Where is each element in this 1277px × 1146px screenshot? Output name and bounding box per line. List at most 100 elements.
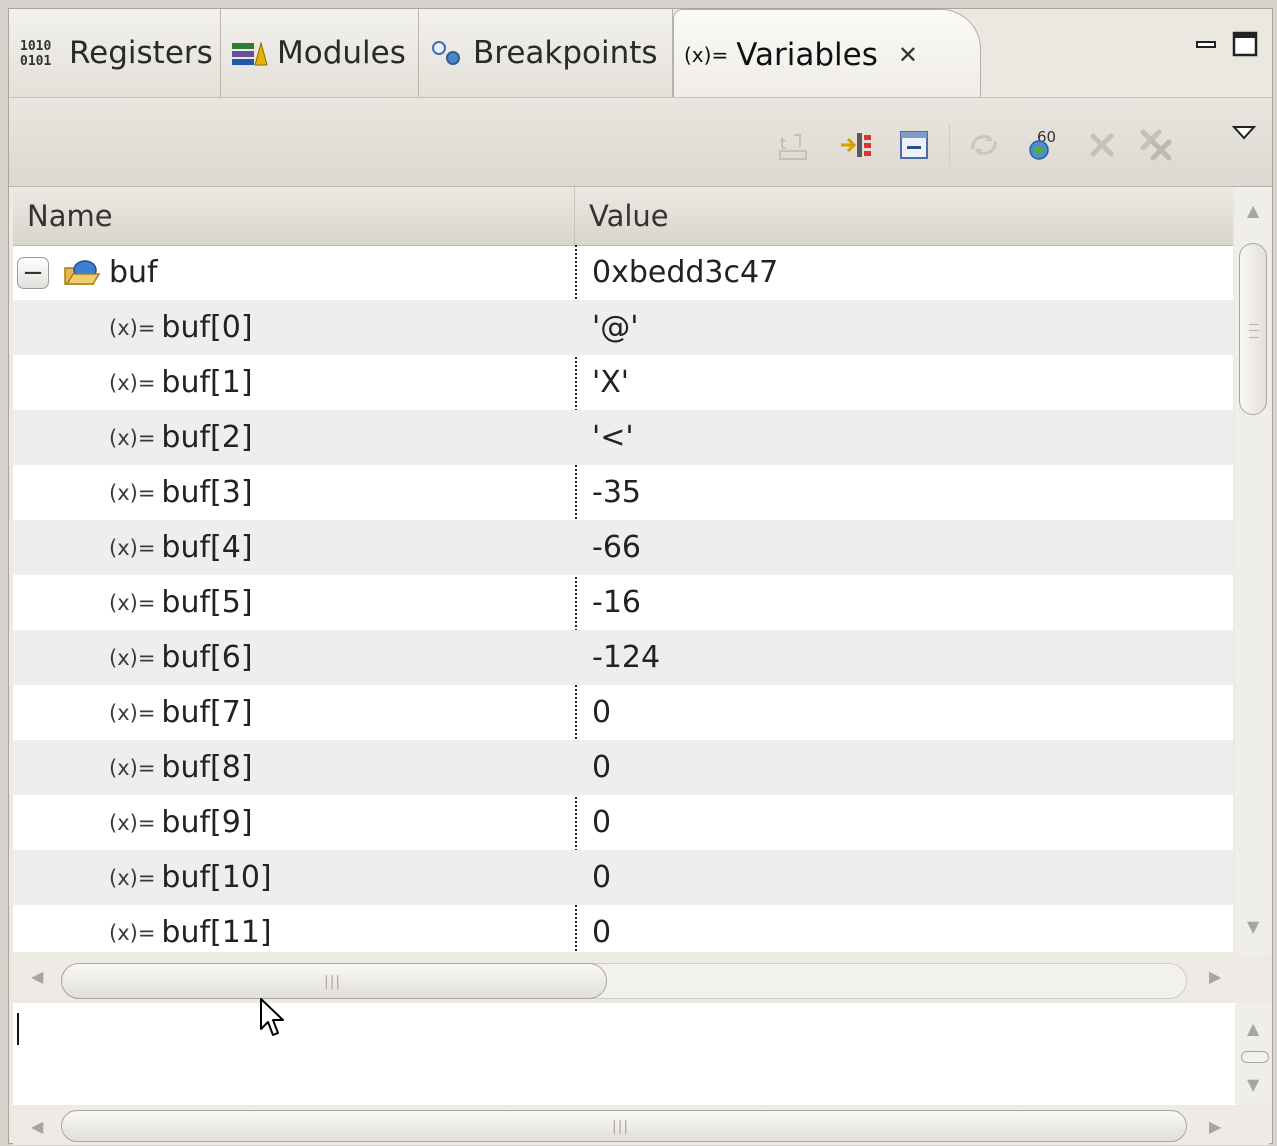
tab-variables-label: Variables — [736, 36, 878, 73]
collapse-toggle-icon[interactable]: − — [17, 256, 49, 289]
variables-view: 1010 0101 Registers Modules Breakpoints … — [8, 8, 1273, 1145]
variable-name: buf[4] — [161, 530, 253, 565]
scroll-up-arrow-icon[interactable]: ▲ — [1247, 201, 1259, 220]
scroll-grip: ||| — [324, 974, 342, 990]
scroll-right-arrow-icon[interactable]: ▶ — [1209, 1117, 1221, 1136]
variable-icon: (x)= — [109, 425, 156, 450]
table-row[interactable]: (x)= buf[4] -66 — [13, 520, 1233, 575]
variable-icon: (x)= — [109, 315, 156, 340]
variable-name: buf[10] — [161, 860, 272, 895]
variable-name: buf[7] — [161, 695, 253, 730]
tree-horizontal-scrollbar[interactable]: ◀ ||| ▶ — [13, 955, 1269, 1001]
variable-icon: (x)= — [109, 480, 156, 505]
name-cell: (x)= buf[7] — [13, 685, 575, 740]
collapse-all-icon[interactable] — [897, 128, 931, 162]
column-header-value[interactable]: Value — [575, 187, 1233, 245]
svg-text:0101: 0101 — [20, 54, 51, 69]
name-cell: (x)= buf[11] — [13, 905, 575, 952]
variable-icon: (x)= — [109, 920, 156, 945]
variable-value: 0xbedd3c47 — [592, 255, 779, 290]
variable-icon: (x)= — [109, 645, 156, 670]
name-cell: (x)= buf[4] — [13, 520, 575, 575]
name-cell: (x)= buf[10] — [13, 850, 575, 905]
scroll-up-arrow-icon[interactable]: ▲ — [1247, 1019, 1259, 1038]
variable-name: buf[2] — [161, 420, 253, 455]
tab-breakpoints-label: Breakpoints — [473, 35, 658, 71]
name-cell: − buf — [13, 245, 575, 300]
struct-folder-icon — [63, 258, 101, 288]
table-row[interactable]: (x)= buf[11] 0 — [13, 905, 1233, 952]
tab-breakpoints[interactable]: Breakpoints — [419, 9, 673, 97]
variable-value: -66 — [592, 530, 641, 565]
details-vertical-scroll-thumb[interactable] — [1241, 1051, 1269, 1063]
tree-horizontal-scroll-thumb[interactable]: ||| — [61, 963, 607, 999]
breakpoints-icon — [429, 37, 465, 69]
table-row[interactable]: (x)= buf[0] '@' — [13, 300, 1233, 355]
details-horizontal-scroll-thumb[interactable]: ||| — [61, 1110, 1187, 1142]
details-pane[interactable] — [13, 1003, 1235, 1105]
tab-modules[interactable]: Modules — [221, 9, 419, 97]
variables-tree-table: Name Value − buf 0xbedd3c47 (x)= buf[0] — [13, 187, 1233, 952]
tab-registers-label: Registers — [69, 35, 213, 71]
add-global-variables-icon[interactable]: 60 — [1027, 128, 1061, 162]
remove-global-variables-icon[interactable] — [1085, 128, 1119, 162]
variable-icon: (x)= — [109, 755, 156, 780]
table-row[interactable]: (x)= buf[2] '<' — [13, 410, 1233, 465]
name-cell: (x)= buf[3] — [13, 465, 575, 520]
variable-value: -16 — [592, 585, 641, 620]
close-tab-icon[interactable]: ✕ — [898, 41, 918, 69]
table-row[interactable]: (x)= buf[6] -124 — [13, 630, 1233, 685]
minimize-view-icon[interactable] — [1196, 31, 1216, 64]
column-header-name[interactable]: Name — [13, 187, 575, 245]
table-row[interactable]: (x)= buf[8] 0 — [13, 740, 1233, 795]
variable-icon: (x)= — [109, 590, 156, 615]
view-menu-icon[interactable] — [1231, 124, 1257, 142]
variable-value: 0 — [592, 860, 612, 895]
variable-value: 'X' — [592, 365, 630, 400]
table-row[interactable]: (x)= buf[5] -16 — [13, 575, 1233, 630]
name-cell: (x)= buf[9] — [13, 795, 575, 850]
variable-name: buf[8] — [161, 750, 253, 785]
details-horizontal-scrollbar[interactable]: ◀ ||| ▶ — [13, 1107, 1269, 1145]
scroll-left-arrow-icon[interactable]: ◀ — [31, 967, 43, 986]
modules-icon — [231, 39, 269, 67]
maximize-view-icon[interactable] — [1232, 31, 1258, 64]
show-logical-structure-icon[interactable] — [839, 128, 873, 162]
details-vertical-scrollbar[interactable]: ▲ ▼ — [1235, 1003, 1271, 1105]
table-row[interactable]: (x)= buf[7] 0 — [13, 685, 1233, 740]
table-header: Name Value — [13, 187, 1233, 246]
variable-name: buf[3] — [161, 475, 253, 510]
svg-text:1010: 1010 — [20, 39, 51, 54]
name-cell: (x)= buf[0] — [13, 300, 575, 355]
remove-all-global-variables-icon[interactable] — [1139, 128, 1173, 162]
scroll-right-arrow-icon[interactable]: ▶ — [1209, 967, 1221, 986]
name-cell: (x)= buf[6] — [13, 630, 575, 685]
tab-registers[interactable]: 1010 0101 Registers — [9, 9, 221, 97]
variable-value: 0 — [592, 750, 612, 785]
table-row[interactable]: (x)= buf[3] -35 — [13, 465, 1233, 520]
variable-name: buf[5] — [161, 585, 253, 620]
scroll-left-arrow-icon[interactable]: ◀ — [31, 1117, 43, 1136]
scroll-down-arrow-icon[interactable]: ▼ — [1247, 917, 1259, 936]
table-row[interactable]: − buf 0xbedd3c47 — [13, 245, 1233, 300]
name-cell: (x)= buf[2] — [13, 410, 575, 465]
variable-name: buf[6] — [161, 640, 253, 675]
show-type-names-icon[interactable]: t — [777, 128, 811, 162]
variable-name: buf[0] — [161, 310, 253, 345]
tree-vertical-scrollbar[interactable]: ▲ ▼ — [1235, 187, 1271, 955]
table-row[interactable]: (x)= buf[9] 0 — [13, 795, 1233, 850]
variable-value: -124 — [592, 640, 661, 675]
view-toolbar: t 60 — [9, 97, 1272, 187]
refresh-icon[interactable] — [967, 128, 1001, 162]
table-row[interactable]: (x)= buf[1] 'X' — [13, 355, 1233, 410]
variable-value: '<' — [592, 420, 634, 455]
variable-rows: − buf 0xbedd3c47 (x)= buf[0] '@' (x)= bu… — [13, 245, 1233, 952]
variable-value: 0 — [592, 695, 612, 730]
scroll-grip — [1249, 324, 1259, 338]
scroll-down-arrow-icon[interactable]: ▼ — [1247, 1075, 1259, 1094]
tab-variables[interactable]: (x)= Variables ✕ — [673, 9, 981, 99]
tree-vertical-scroll-thumb[interactable] — [1239, 243, 1267, 415]
variable-value: '@' — [592, 310, 639, 345]
variable-value: -35 — [592, 475, 641, 510]
table-row[interactable]: (x)= buf[10] 0 — [13, 850, 1233, 905]
